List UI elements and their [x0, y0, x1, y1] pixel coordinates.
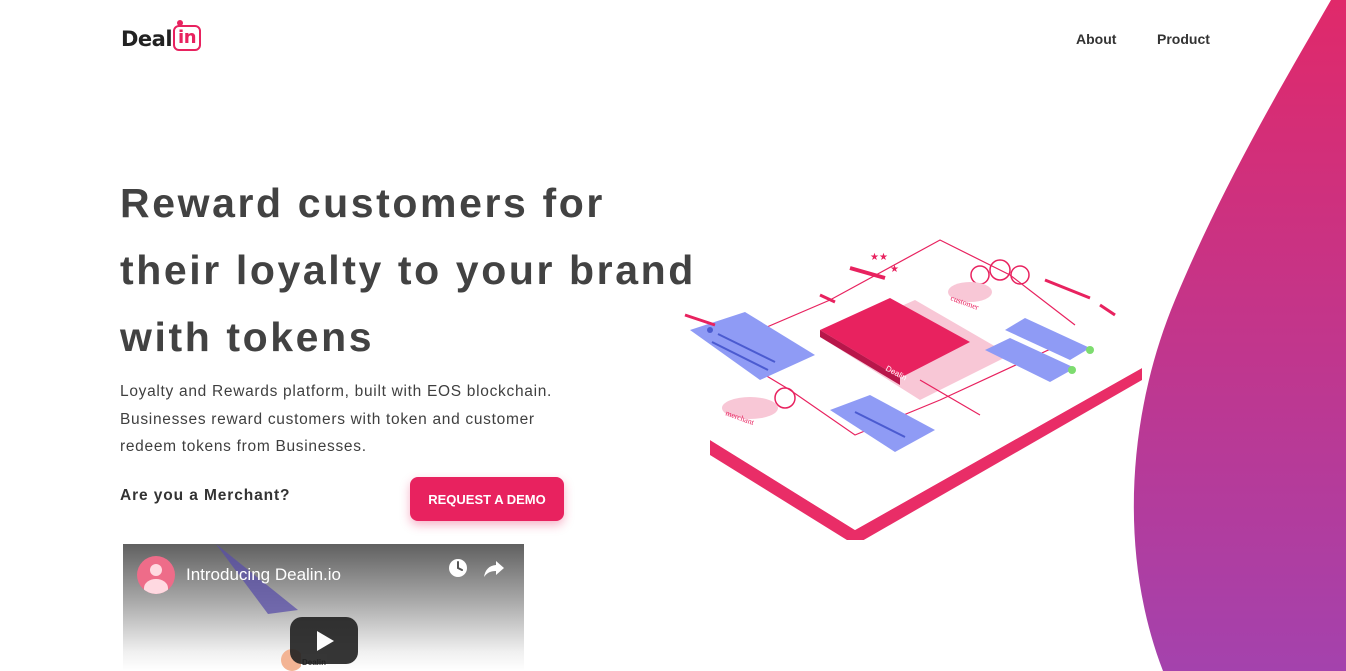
clock-icon[interactable]	[447, 557, 469, 579]
svg-text:★: ★	[890, 264, 899, 275]
nav-product-link[interactable]: Product	[1157, 31, 1210, 47]
nav-about-link[interactable]: About	[1076, 31, 1116, 47]
merchant-question: Are you a Merchant?	[120, 487, 291, 504]
request-demo-button[interactable]: REQUEST A DEMO	[410, 477, 564, 521]
svg-text:★★: ★★	[870, 252, 888, 263]
hero-illustration: Dealin customer merchant ★★ ★	[684, 239, 1142, 540]
channel-avatar-icon[interactable]	[137, 556, 175, 594]
share-icon[interactable]	[483, 557, 505, 579]
logo-text: Deal	[121, 27, 173, 51]
logo-badge: in	[173, 20, 202, 51]
hero-description: Loyalty and Rewards platform, built with…	[120, 383, 553, 455]
video-title[interactable]: Introducing Dealin.io	[186, 565, 341, 585]
brand-logo[interactable]: Deal in	[121, 20, 202, 52]
hero-title: Reward customers for their loyalty to yo…	[120, 180, 696, 360]
video-embed[interactable]: Introducing Dealin.io Dealin	[123, 544, 524, 671]
play-icon[interactable]	[290, 617, 358, 664]
